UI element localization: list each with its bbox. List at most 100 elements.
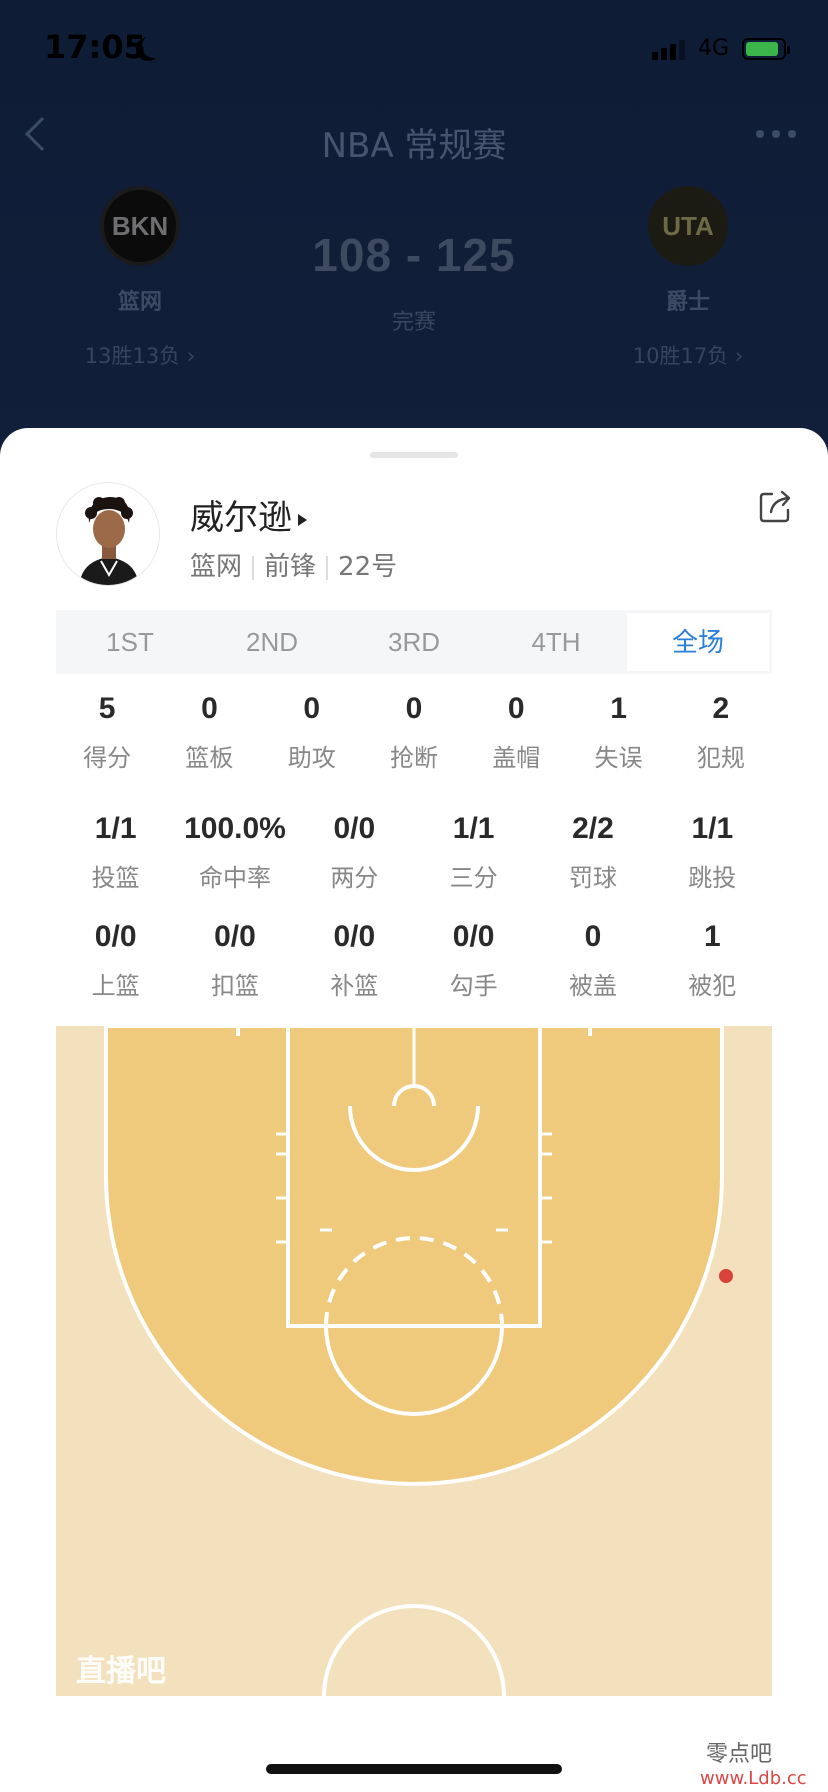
shot-type-stats-row: 0/0 上篮 0/0 扣篮 0/0 补篮 0/0 勾手 0 被盖 1 被犯 [56, 920, 772, 1001]
stat-jump-shots: 1/1 跳投 [653, 812, 772, 893]
stat-blocked: 0 被盖 [533, 920, 652, 1001]
home-team-record[interactable]: 13胜13负 › [50, 340, 230, 370]
stat-value: 0/0 [333, 920, 376, 953]
player-stats-sheet: 威尔逊 篮网 前锋 22号 1ST 2ND 3RD 4TH 全场 5 得分 0 篮板 0… [0, 428, 828, 1792]
player-name[interactable]: 威尔逊 [190, 490, 307, 539]
player-number: 22号 [338, 552, 398, 582]
watermark-logo: 直播吧 [76, 1654, 166, 1689]
shooting-stats-row: 1/1 投篮 100.0% 命中率 0/0 两分 1/1 三分 2/2 罚球 1/1 跳投 [56, 812, 772, 893]
stat-value: 2 [712, 692, 730, 725]
stat-value: 2/2 [572, 812, 614, 845]
tab-full-game[interactable]: 全场 [627, 613, 769, 671]
stat-value: 0/0 [94, 920, 137, 953]
away-team-name: 爵士 [665, 290, 710, 315]
network-type: 4G [698, 36, 730, 61]
stat-value: 100.0% [184, 812, 286, 845]
player-team: 篮网 [190, 552, 243, 582]
stat-free-throws: 2/2 罚球 [533, 812, 652, 893]
shot-markers [719, 1269, 733, 1283]
player-name-text: 威尔逊 [190, 498, 292, 538]
stat-label: 上篮 [91, 972, 140, 1000]
stat-fouled: 1 被犯 [653, 920, 772, 1001]
stat-layups: 0/0 上篮 [56, 920, 175, 1001]
stat-value: 0 [584, 920, 602, 953]
stat-value: 0 [507, 692, 525, 725]
stat-label: 助攻 [287, 744, 336, 772]
tab-4th[interactable]: 4TH [485, 613, 627, 671]
more-options-icon[interactable] [756, 130, 800, 140]
stat-value: 1/1 [94, 812, 137, 845]
stat-value: 0/0 [452, 920, 495, 953]
status-bar: 17:05 4G [0, 0, 828, 100]
player-position: 前锋 [264, 552, 317, 582]
away-team-logo: UTA [648, 186, 728, 266]
player-meta: 篮网 前锋 22号 [190, 546, 397, 583]
page-title: NBA 常规赛 [321, 126, 507, 166]
stat-label: 罚球 [568, 864, 617, 892]
stat-assists: 0 助攻 [261, 692, 363, 773]
tab-2nd[interactable]: 2ND [201, 613, 343, 671]
away-team[interactable]: UTA 爵士 10胜17负 › [598, 186, 778, 370]
stat-label: 勾手 [449, 972, 498, 1000]
away-team-record[interactable]: 10胜17负 › [598, 340, 778, 370]
home-indicator[interactable] [266, 1764, 562, 1774]
share-icon[interactable] [758, 488, 794, 524]
stat-fg-percentage: 100.0% 命中率 [175, 812, 294, 893]
site-url: www.Ldb.cc [700, 1768, 807, 1789]
stat-tip-ins: 0/0 补篮 [295, 920, 414, 1001]
stat-value: 0/0 [333, 812, 376, 845]
stat-label: 扣篮 [210, 972, 259, 1000]
stat-value: 1 [610, 692, 627, 725]
stat-label: 盖帽 [492, 744, 541, 772]
period-tabs: 1ST 2ND 3RD 4TH 全场 [56, 610, 772, 674]
stat-value: 1 [703, 920, 721, 953]
stat-label: 得分 [83, 744, 132, 772]
stat-label: 投篮 [91, 864, 140, 892]
stat-field-goals: 1/1 投篮 [56, 812, 175, 893]
battery-icon [742, 38, 790, 60]
stat-label: 两分 [330, 864, 379, 892]
meta-divider [252, 555, 255, 580]
stat-blocks: 0 盖帽 [465, 692, 567, 773]
stat-fouls: 2 犯规 [670, 692, 772, 773]
player-avatar [56, 482, 160, 586]
tab-1st[interactable]: 1ST [59, 613, 201, 671]
stat-steals: 0 抢断 [363, 692, 465, 773]
stat-points: 5 得分 [56, 692, 158, 773]
site-watermark: 零点吧 [706, 1742, 773, 1767]
stat-label: 补篮 [330, 972, 379, 1000]
stat-label: 三分 [449, 864, 498, 892]
player-avatar-image [57, 483, 159, 585]
stat-label: 抢断 [389, 744, 438, 772]
made-shot-marker [719, 1269, 733, 1283]
stat-dunks: 0/0 扣篮 [175, 920, 294, 1001]
status-time: 17:05 [44, 28, 146, 66]
stat-hook-shots: 0/0 勾手 [414, 920, 533, 1001]
stat-value: 0 [405, 692, 423, 725]
main-stats-row: 5 得分 0 篮板 0 助攻 0 抢断 0 盖帽 1 失误 2 犯规 [56, 692, 772, 773]
play-arrow-icon [298, 513, 307, 526]
tab-3rd[interactable]: 3RD [343, 613, 485, 671]
stat-value: 0/0 [214, 920, 256, 953]
stat-label: 篮板 [185, 744, 234, 772]
stat-value: 0 [303, 692, 321, 725]
stat-label: 命中率 [198, 864, 271, 892]
stat-two-pointers: 0/0 两分 [295, 812, 414, 893]
stat-label: 被犯 [688, 972, 737, 1000]
stat-label: 被盖 [568, 972, 617, 1000]
stat-value: 0 [201, 692, 218, 725]
stat-value: 1/1 [452, 812, 495, 845]
sheet-grabber[interactable] [370, 452, 458, 458]
moon-icon [142, 34, 166, 58]
signal-icon [652, 38, 686, 60]
meta-divider [326, 555, 329, 580]
shot-chart-court: 直播吧 [56, 1026, 772, 1696]
stat-label: 跳投 [688, 864, 737, 892]
stat-value: 1/1 [691, 812, 734, 845]
match-header: 17:05 4G NBA 常规赛 BKN 篮网 13胜13负 › 108 - 1… [0, 0, 828, 460]
stat-label: 失误 [594, 744, 643, 772]
stat-rebounds: 0 篮板 [158, 692, 260, 773]
stat-three-pointers: 1/1 三分 [414, 812, 533, 893]
stat-value: 5 [98, 692, 116, 725]
stat-label: 犯规 [696, 744, 745, 772]
